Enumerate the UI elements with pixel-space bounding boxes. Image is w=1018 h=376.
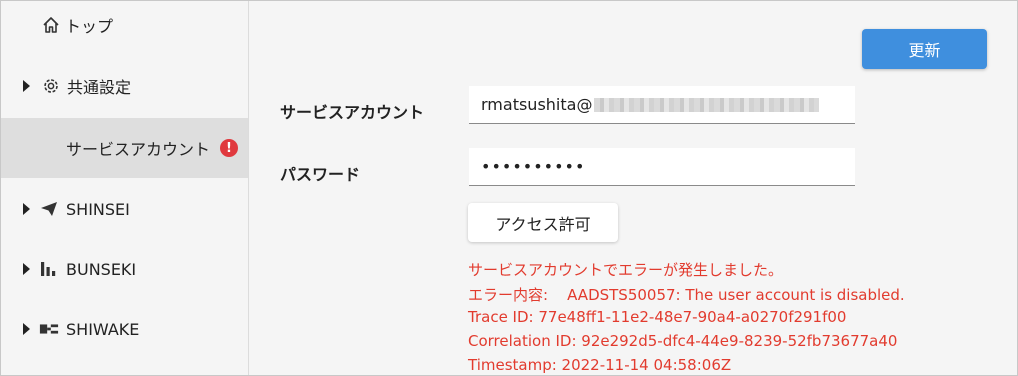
- password-value: ••••••••••: [481, 157, 586, 176]
- password-input[interactable]: ••••••••••: [469, 148, 855, 186]
- sidebar-item-label: トップ: [65, 17, 114, 36]
- sidebar-item-label: SHIWAKE: [66, 319, 140, 339]
- error-line: Trace ID: 77e48ff1-11e2-48e7-90a4-a0270f…: [468, 308, 847, 326]
- sidebar: トップ 共通設定 サービスアカウント ! SHINSEI BUNSEKI SHI…: [1, 1, 249, 375]
- split-icon: [39, 319, 59, 339]
- sidebar-item-common-settings[interactable]: 共通設定: [1, 56, 248, 116]
- app-window: トップ 共通設定 サービスアカウント ! SHINSEI BUNSEKI SHI…: [0, 0, 1018, 376]
- service-account-input[interactable]: rmatsushita@: [469, 86, 855, 124]
- sidebar-item-bunseki[interactable]: BUNSEKI: [1, 239, 248, 299]
- sidebar-item-shiwake[interactable]: SHIWAKE: [1, 299, 248, 359]
- home-icon: [41, 15, 61, 35]
- gear-icon: [41, 76, 61, 96]
- password-label: パスワード: [280, 165, 361, 184]
- grant-access-button[interactable]: アクセス許可: [468, 203, 618, 242]
- caret-right-icon: [23, 263, 30, 275]
- redacted-email-domain: [594, 97, 820, 112]
- service-account-label: サービスアカウント: [280, 103, 425, 122]
- error-line: Timestamp: 2022-11-14 04:58:06Z: [468, 356, 732, 374]
- caret-right-icon: [23, 203, 30, 215]
- sidebar-item-service-account[interactable]: サービスアカウント !: [1, 118, 248, 178]
- paper-plane-icon: [39, 199, 59, 219]
- bar-chart-icon: [39, 259, 59, 279]
- sidebar-item-label: サービスアカウント: [66, 140, 211, 159]
- caret-right-icon: [23, 80, 30, 92]
- sidebar-item-label: BUNSEKI: [66, 259, 137, 279]
- error-line: エラー内容: AADSTS50057: The user account is …: [468, 286, 905, 304]
- sidebar-item-top[interactable]: トップ: [1, 1, 248, 55]
- service-account-value: rmatsushita@: [481, 95, 593, 114]
- sidebar-item-label: SHINSEI: [66, 199, 130, 219]
- sidebar-item-label: 共通設定: [67, 78, 132, 97]
- error-line: サービスアカウントでエラーが発生しました。: [468, 261, 784, 279]
- caret-right-icon: [23, 323, 30, 335]
- error-line: Correlation ID: 92e292d5-dfc4-44e9-8239-…: [468, 332, 898, 350]
- error-badge-icon: !: [220, 139, 238, 157]
- update-button[interactable]: 更新: [862, 29, 987, 69]
- sidebar-item-shinsei[interactable]: SHINSEI: [1, 179, 248, 239]
